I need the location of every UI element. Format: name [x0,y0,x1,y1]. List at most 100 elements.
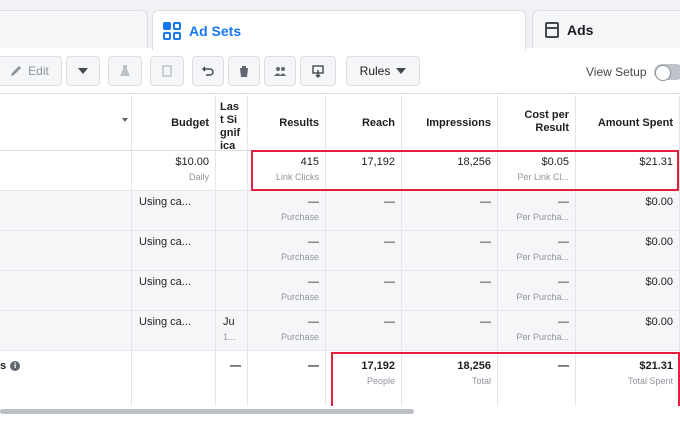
toolbar: Edit Rules View Setup [0,50,680,94]
totals-value: — [230,360,241,372]
cell-last-sig [216,151,248,191]
chevron-down-icon [122,118,128,122]
cell-results: — Purchase [248,231,326,271]
tab-ad-sets-label: Ad Sets [189,22,242,39]
ads-icon [545,21,559,38]
cell-cost: $0.05 Per Link Cl... [498,151,576,191]
undo-button[interactable] [192,56,224,86]
export-icon [312,65,324,78]
cell-value: 17,192 [361,156,395,168]
cell-value: Ju [223,316,235,328]
cell-value: Using ca... [139,276,191,288]
cell-impressions: — [402,271,498,311]
column-header-cost-per-result[interactable]: Cost per Result [498,95,576,151]
column-header-amount-spent[interactable]: Amount Spent [576,95,680,151]
column-header-reach[interactable]: Reach [326,95,402,151]
cell-value: — [308,276,319,288]
tab-ads[interactable]: Ads [532,10,680,48]
flask-icon [120,65,130,76]
totals-cell-results: — [248,351,326,407]
cell-value: — [308,196,319,208]
info-icon[interactable]: i [10,361,21,372]
cell-sublabel: Per Purcha... [516,252,569,262]
ab-test-button[interactable] [108,56,142,86]
tab-campaigns[interactable] [0,10,148,48]
cell-spent: $0.00 [576,191,680,231]
cell-value: $0.00 [645,196,673,208]
column-header-last-significant-edit[interactable]: Last Significant Edit [216,95,248,151]
cell-name[interactable] [0,151,132,191]
cell-value: — [558,196,569,208]
table-row[interactable]: Using ca... — Purchase — — — Per Purcha... $0.0… [0,191,680,231]
cell-value: 415 [300,156,319,168]
cell-value: $21.31 [639,156,673,168]
export-button[interactable] [300,56,336,86]
table-row[interactable]: Using ca... Ju 1... — Purchase — — — Per Purcha.… [0,311,680,351]
table-row[interactable]: $10.00 Daily 415 Link Clicks 17,192 18,256 $0.… [0,151,680,191]
totals-value: $21.31 [639,360,673,372]
totals-value: s [0,360,7,372]
cell-cost: — Per Purcha... [498,231,576,271]
chevron-down-icon [396,68,407,74]
totals-cell-label: si [0,351,132,407]
edit-dropdown-button[interactable] [66,56,100,86]
cell-reach: 17,192 [326,151,402,191]
column-header-impressions[interactable]: Impressions [402,95,498,151]
cell-name[interactable] [0,271,132,311]
cell-impressions: — [402,231,498,271]
cell-sublabel: Purchase [280,212,319,222]
cell-value: — [480,316,491,328]
cell-cost: — Per Purcha... [498,311,576,351]
cell-value: $0.05 [541,156,569,168]
audience-button[interactable] [264,56,296,86]
cell-value: — [384,196,395,208]
totals-sublabel: People [366,376,395,386]
duplicate-button[interactable] [150,56,184,86]
totals-cell-budget [132,351,216,407]
cell-budget: Using ca... [132,311,216,351]
cell-value: Using ca... [139,236,191,248]
cell-spent: $0.00 [576,311,680,351]
cell-name[interactable] [0,191,132,231]
tab-ad-sets[interactable]: Ad Sets [152,10,526,50]
view-setup-toggle[interactable] [654,64,680,81]
totals-cell-reach: 17,192 People [326,351,402,407]
view-setup-label: View Setup [586,65,647,79]
cell-impressions: 18,256 [402,151,498,191]
cell-budget: Using ca... [132,231,216,271]
totals-cell-cost: — [498,351,576,407]
column-header-results[interactable]: Results [248,95,326,151]
cell-last-sig: Ju 1... [216,311,248,351]
undo-icon [202,66,214,76]
rules-button[interactable]: Rules [346,56,420,86]
cell-value: — [384,236,395,248]
ad-sets-icon [163,21,181,40]
cell-sublabel: Per Purcha... [516,212,569,222]
table-row[interactable]: Using ca... — Purchase — — — Per Purcha... $0.0… [0,271,680,311]
tab-ads-label: Ads [567,21,594,38]
cell-value: — [558,276,569,288]
cell-results: — Purchase [248,271,326,311]
cell-results: 415 Link Clicks [248,151,326,191]
delete-button[interactable] [228,56,260,86]
totals-sublabel: Total [471,376,491,386]
totals-row: s i — — 17,192 People 18,256 Total — $21.31 Total … [0,351,680,407]
edit-button[interactable]: Edit [0,56,62,86]
cell-budget: Using ca... [132,271,216,311]
cell-spent: $0.00 [576,231,680,271]
cell-name[interactable] [0,311,132,351]
copy-icon [162,65,172,77]
cell-cost: — Per Purcha... [498,271,576,311]
column-header-budget[interactable]: Budget [132,95,216,151]
cell-name[interactable] [0,231,132,271]
tab-bar: Ad Sets Ads [0,0,680,50]
table-row[interactable]: Using ca... — Purchase — — — Per Purcha... $0.0… [0,231,680,271]
column-header-name[interactable] [0,95,132,151]
edit-button-label: Edit [28,64,49,78]
cell-budget: Using ca... [132,191,216,231]
totals-value: 18,256 [457,360,491,372]
horizontal-scrollbar-thumb[interactable] [0,409,414,414]
cell-sublabel: Purchase [280,332,319,342]
cell-value: — [480,236,491,248]
totals-value: — [558,360,569,372]
